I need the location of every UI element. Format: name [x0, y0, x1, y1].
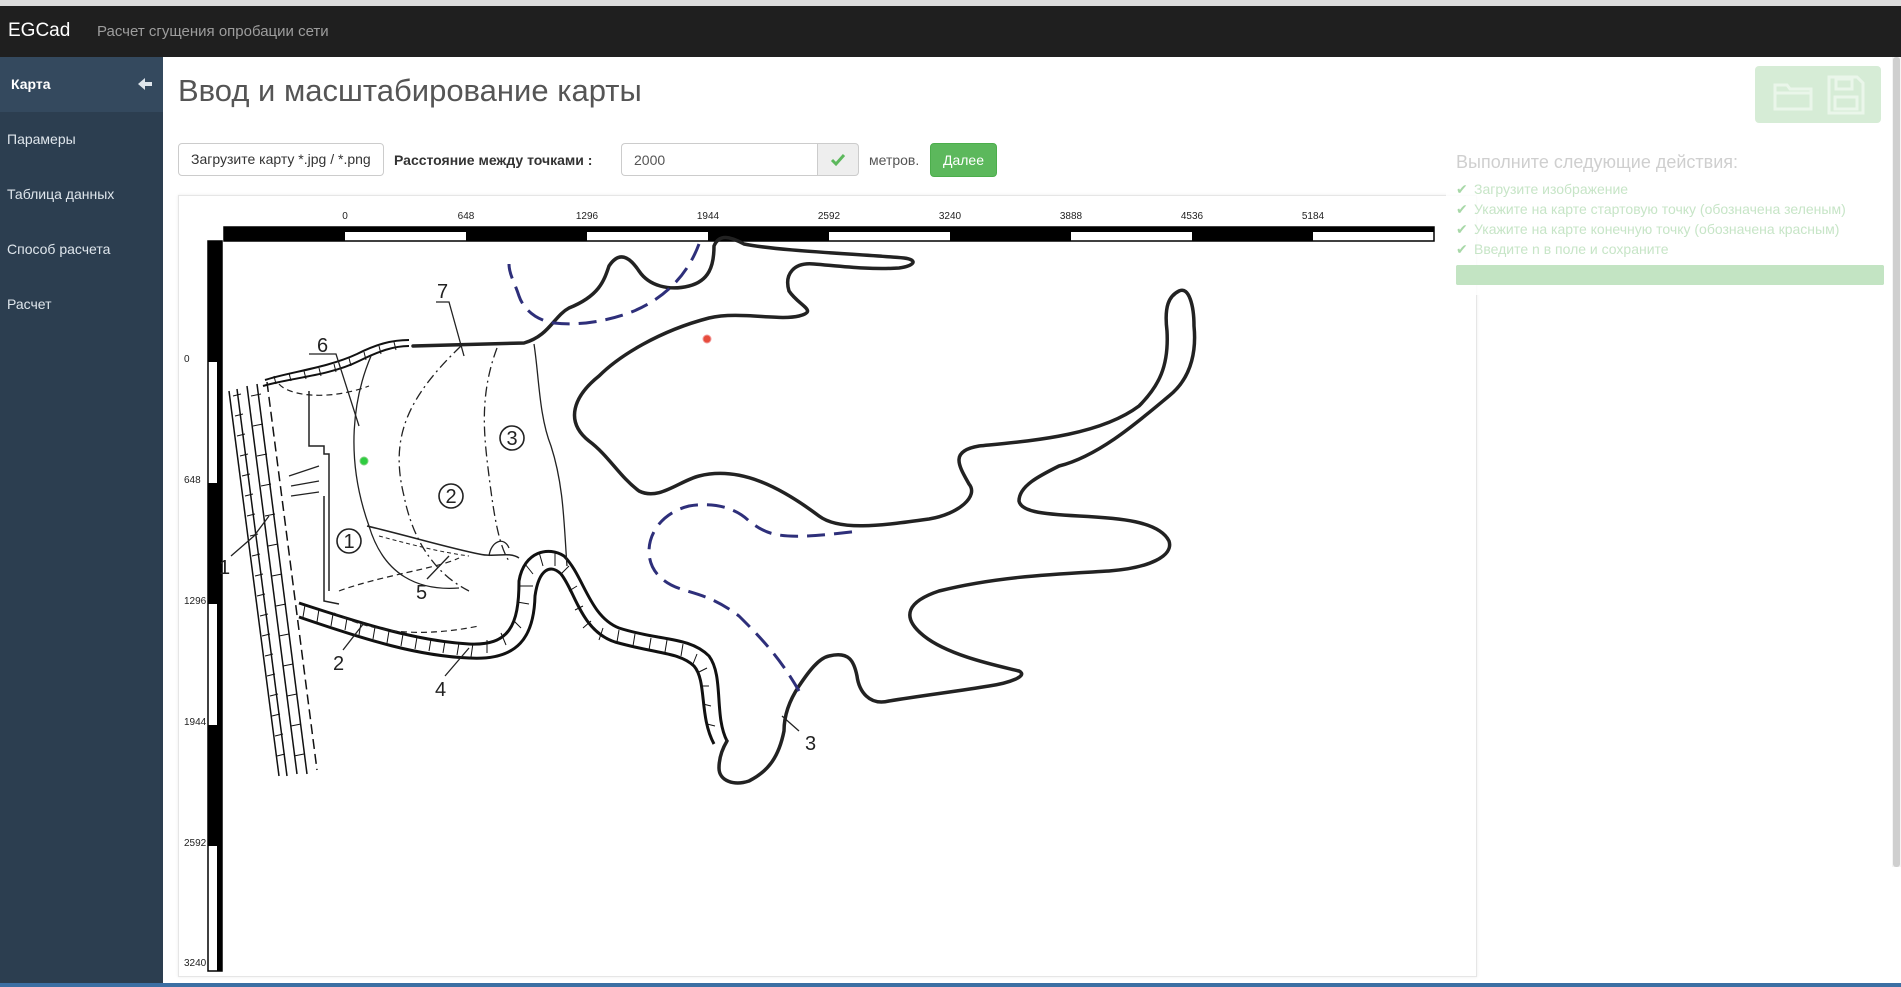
check-icon: ✔: [1456, 181, 1468, 197]
instruction-step: ✔ Загрузите изображение: [1456, 181, 1629, 197]
instruction-step: ✔ Укажите на карте стартовую точку (обозн…: [1456, 201, 1846, 217]
left-road: [228, 381, 318, 777]
top-navbar: EGCad Расчет сгущения опробации сети: [0, 6, 1901, 57]
feature-label: 1: [219, 557, 230, 579]
map-canvas[interactable]: 0 648 1296 1944 2592 3240 3888 4536 5184…: [178, 195, 1477, 977]
start-point-marker[interactable]: [359, 456, 369, 466]
units-label: метров.: [869, 152, 920, 168]
app-subtitle: Расчет сгущения опробации сети: [97, 23, 329, 40]
zone-labels: 1 2 3: [336, 425, 525, 554]
upper-road: [262, 339, 410, 387]
x-scale-labels: 0 648 1296 1944 2592 3240 3888 4536 5184: [342, 211, 1324, 222]
lake-outline: [411, 235, 1197, 785]
zone-label: 2: [445, 486, 456, 508]
y-scale-label: 0: [184, 354, 190, 365]
check-icon: ✔: [1456, 241, 1468, 257]
y-scale-label: 2592: [184, 838, 207, 849]
sidebar-item-calculation[interactable]: Расчет: [0, 277, 163, 332]
vertical-scrollbar[interactable]: [1892, 57, 1901, 867]
x-scale-label: 0: [342, 211, 348, 222]
folder-icon[interactable]: [1771, 73, 1815, 117]
page-title: Ввод и масштабирование карты: [178, 73, 642, 108]
sidebar-item-calc-method[interactable]: Способ расчета: [0, 222, 163, 277]
instruction-step: ✔ Введите n в поле и сохраните: [1456, 241, 1669, 257]
dam-road: [298, 549, 729, 745]
map-drawing[interactable]: 0 648 1296 1944 2592 3240 3888 4536 5184…: [179, 196, 1476, 976]
sidebar: Карта Парамеры Таблица данных Способ рас…: [0, 57, 163, 987]
taskbar-edge: [0, 983, 1901, 987]
sidebar-item-params[interactable]: Парамеры: [0, 112, 163, 167]
file-toolbar: [1755, 66, 1881, 123]
feature-label: 7: [437, 281, 448, 303]
x-scale-label: 1944: [697, 211, 720, 222]
x-scale-label: 648: [458, 211, 475, 222]
y-scale-bar: [207, 240, 223, 972]
check-icon: [830, 154, 846, 167]
x-scale-label: 3240: [939, 211, 962, 222]
instructions-progress-bar: [1456, 265, 1884, 285]
sidebar-item-map[interactable]: Карта: [0, 57, 163, 112]
sidebar-item-label: Карта: [11, 76, 51, 92]
feature-label: 6: [317, 335, 328, 357]
arrow-left-icon[interactable]: [137, 76, 153, 92]
sidebar-item-label: Таблица данных: [7, 186, 115, 202]
feature-labels: 1 2 3 4 5 6 7: [219, 281, 816, 755]
upload-map-button[interactable]: Загрузите карту *.jpg / *.png: [178, 143, 384, 176]
y-scale-label: 648: [184, 475, 201, 486]
zone-label: 1: [343, 531, 354, 553]
sidebar-item-label: Способ расчета: [7, 241, 111, 257]
brand-logo[interactable]: EGCad: [8, 20, 70, 42]
y-scale-label: 1296: [184, 596, 207, 607]
y-scale-labels: 0 648 1296 1944 2592 3240: [184, 354, 207, 969]
progress-fill: [1456, 265, 1884, 285]
distance-label: Расстояние между точками :: [394, 152, 593, 168]
next-button[interactable]: Далее: [930, 143, 997, 177]
feature-label: 4: [435, 679, 446, 701]
zone-label: 3: [506, 428, 517, 450]
x-scale-label: 5184: [1302, 211, 1325, 222]
feature-label: 5: [416, 582, 427, 604]
y-scale-label: 3240: [184, 958, 207, 969]
sidebar-item-label: Парамеры: [7, 131, 76, 147]
x-scale-bar: [223, 226, 1435, 242]
floppy-disk-icon[interactable]: [1823, 73, 1867, 117]
feature-label: 3: [805, 733, 816, 755]
confirm-distance-button[interactable]: [817, 143, 859, 176]
x-scale-label: 4536: [1181, 211, 1204, 222]
distance-input[interactable]: [621, 143, 817, 176]
sidebar-item-label: Расчет: [7, 296, 52, 312]
x-scale-label: 2592: [818, 211, 841, 222]
instructions-title: Выполните следующие действия:: [1456, 152, 1739, 172]
scrollbar-thumb[interactable]: [1893, 57, 1900, 867]
instruction-step: ✔ Укажите на карте конечную точку (обозна…: [1456, 221, 1840, 237]
end-point-marker[interactable]: [702, 334, 712, 344]
feature-label: 2: [333, 653, 344, 675]
x-scale-label: 3888: [1060, 211, 1083, 222]
x-scale-label: 1296: [576, 211, 599, 222]
sidebar-item-data-table[interactable]: Таблица данных: [0, 167, 163, 222]
check-icon: ✔: [1456, 221, 1468, 237]
y-scale-label: 1944: [184, 717, 207, 728]
check-icon: ✔: [1456, 201, 1468, 217]
instructions-panel: Выполните следующие действия: ✔ Загрузите…: [1446, 138, 1889, 295]
